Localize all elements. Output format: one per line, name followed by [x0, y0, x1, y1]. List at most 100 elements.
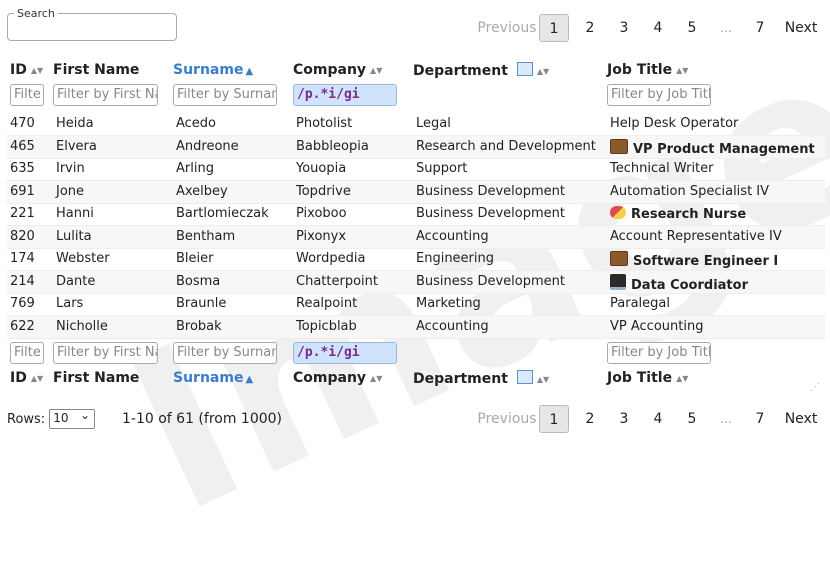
filter-menu-icon[interactable] [516, 370, 533, 384]
previous-page-button[interactable]: Previous [475, 20, 539, 36]
resize-grip-icon[interactable]: ⋰ [810, 382, 820, 393]
cell-company: Photolist [296, 116, 352, 131]
table-row[interactable]: 465 Elvera Andreone Babbleopia Research and … [7, 135, 825, 159]
surname-filter-input-bottom[interactable]: Filter by Surnam [173, 342, 277, 364]
column-header-first-name-bottom[interactable]: First Name [53, 370, 139, 386]
page-button-5-bottom[interactable]: 5 [675, 411, 709, 427]
sort-icon: ▲▼ [536, 66, 550, 76]
cell-text: Data Coordiator [631, 277, 748, 293]
column-header-surname[interactable]: Surname ▲ [173, 62, 253, 78]
briefcase-icon [610, 138, 628, 154]
cell-text: 769 [10, 296, 35, 311]
cell-text: Topdrive [296, 183, 351, 199]
column-header-department-bottom[interactable]: Department ▲▼ [413, 370, 549, 387]
next-page-button[interactable]: Next [777, 20, 825, 36]
column-header-job-title-bottom[interactable]: Job Title ▲▼ [607, 370, 688, 386]
cell-text: 622 [10, 318, 35, 334]
table-row[interactable]: 635 Irvin Arling Youopia Support Technical Wr… [7, 158, 825, 181]
cell-surname: Bleier [176, 251, 213, 266]
cell-text: Technical Writer [610, 161, 714, 176]
cell-department: Accounting [416, 319, 489, 334]
page-button-3[interactable]: 3 [607, 20, 641, 36]
column-header-company[interactable]: Company ▲▼ [293, 62, 382, 78]
filter-menu-icon[interactable] [516, 62, 533, 76]
column-header-first-name[interactable]: First Name [53, 62, 139, 78]
company-filter-input[interactable]: /p.*i/gi [293, 84, 397, 106]
range-info: 1-10 of 61 (from 1000) [122, 411, 283, 427]
cell-department: Support [416, 161, 467, 176]
cell-text: 470 [10, 116, 35, 131]
cell-first: Nicholle [56, 319, 108, 334]
cell-text: Research Nurse [631, 207, 747, 222]
cell-text: Business Development [416, 183, 565, 199]
table-row[interactable]: 622 Nicholle Brobak Topicblab Accounting VP A… [7, 315, 825, 339]
search-field[interactable]: Search [7, 7, 177, 41]
cell-department: Marketing [416, 296, 481, 311]
table-row[interactable]: 691 Jone Axelbey Topdrive Business Developme… [7, 180, 825, 204]
cell-id: 769 [10, 296, 35, 311]
table-row[interactable]: 769 Lars Braunle Realpoint Marketing Paralega… [7, 293, 825, 316]
rows-per-page: Rows: 10 [7, 408, 96, 429]
cell-text: Realpoint [296, 296, 358, 311]
cell-first: Elvera [56, 139, 97, 154]
cell-job: Automation Specialist IV [610, 184, 769, 199]
job-title-filter-input[interactable]: Filter by Job Title [607, 84, 711, 106]
page-button-5[interactable]: 5 [675, 20, 709, 36]
job-title-filter-input-bottom[interactable]: Filter by Job Title [607, 342, 711, 364]
first-name-filter-input-bottom[interactable]: Filter by First Nar [53, 342, 158, 364]
cell-company: Topicblab [296, 319, 357, 334]
cell-department: Research and Development [416, 139, 596, 154]
sort-asc-icon: ▲ [245, 66, 254, 77]
table-row[interactable]: 214 Dante Bosma Chatterpoint Business Develo… [7, 270, 825, 294]
next-page-button-bottom[interactable]: Next [777, 411, 825, 427]
page-button-4[interactable]: 4 [641, 20, 675, 36]
cell-job: Software Engineer I [610, 251, 778, 269]
previous-page-button-bottom[interactable]: Previous [475, 411, 539, 427]
pill-icon [610, 206, 626, 219]
first-name-filter-input[interactable]: Filter by First Nar [53, 84, 158, 106]
id-filter-input[interactable]: Filte [10, 84, 44, 106]
cell-text: Dante [56, 273, 96, 289]
page-button-1[interactable]: 1 [539, 14, 569, 42]
page-button-1-bottom[interactable]: 1 [539, 405, 569, 433]
page-button-4-bottom[interactable]: 4 [641, 411, 675, 427]
cell-text: Topicblab [296, 318, 357, 334]
cell-text: Business Development [416, 206, 565, 221]
cell-first: Webster [56, 251, 110, 266]
cell-text: Bartlomieczak [176, 206, 269, 221]
column-header-id-bottom[interactable]: ID ▲▼ [10, 370, 43, 386]
cell-text: Software Engineer I [633, 254, 779, 269]
page-button-7-bottom[interactable]: 7 [743, 411, 777, 427]
cell-text: Account Representative IV [610, 228, 782, 244]
cell-job: Technical Writer [610, 161, 714, 176]
column-header-id[interactable]: ID ▲▼ [10, 62, 43, 78]
rows-label: Rows: [7, 411, 46, 427]
page-ellipsis: … [720, 21, 732, 35]
id-filter-input-bottom[interactable]: Filte [10, 342, 44, 364]
page-button-3-bottom[interactable]: 3 [607, 411, 641, 427]
cell-job: VP Product Management [610, 138, 815, 157]
page-button-7[interactable]: 7 [743, 20, 777, 36]
column-header-job-title[interactable]: Job Title ▲▼ [607, 62, 688, 78]
table-row[interactable]: 174 Webster Bleier Wordpedia Engineering Soft… [7, 248, 825, 271]
cell-text: Webster [56, 251, 110, 266]
column-header-department[interactable]: Department ▲▼ [413, 62, 549, 79]
table-row[interactable]: 221 Hanni Bartlomieczak Pixoboo Business Dev… [7, 203, 825, 226]
cell-text: Hanni [56, 206, 94, 221]
page-button-2-bottom[interactable]: 2 [573, 411, 607, 427]
column-header-company-bottom[interactable]: Company ▲▼ [293, 370, 382, 386]
table-row[interactable]: 470 Heida Acedo Photolist Legal Help Desk Ope… [7, 113, 825, 136]
cell-department: Engineering [416, 251, 494, 266]
cell-text: Acedo [176, 116, 217, 131]
cell-text: Automation Specialist IV [610, 183, 770, 199]
cell-id: 635 [10, 161, 35, 176]
cell-department: Legal [416, 116, 451, 131]
surname-filter-input[interactable]: Filter by Surnam [173, 84, 277, 106]
page-button-2[interactable]: 2 [573, 20, 607, 36]
column-header-surname-bottom[interactable]: Surname ▲ [173, 370, 253, 386]
rows-per-page-select[interactable]: 10 [49, 408, 96, 429]
table-row[interactable]: 820 Lulita Bentham Pixonyx Accounting Account… [7, 225, 825, 249]
company-filter-input-bottom[interactable]: /p.*i/gi [293, 342, 397, 364]
cell-id: 470 [10, 116, 35, 131]
sort-icon: ▲▼ [676, 373, 689, 383]
